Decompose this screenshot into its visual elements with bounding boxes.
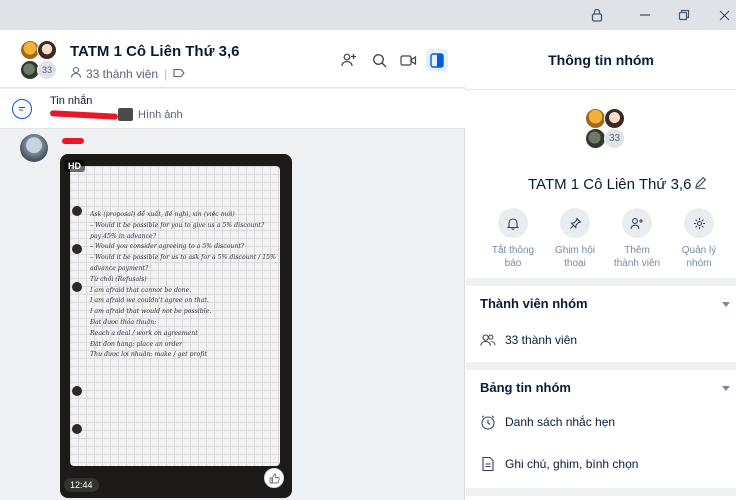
manage-group-button[interactable]: Quản lý nhóm [666, 208, 732, 270]
note-line: I am afraid that cannot be done. [90, 286, 192, 294]
quick-actions: Tắt thông báo Ghim hội thoại Thêm thành … [466, 208, 736, 274]
note-line: Ask (proposal) đề xuất, đề nghị, xin (vi… [90, 211, 235, 218]
note-line: Reach a deal / work on agreement [90, 329, 198, 337]
action-label: thoại [564, 258, 586, 269]
group-name: TATM 1 Cô Liên Thứ 3,6 [528, 176, 692, 193]
tag-icon[interactable] [173, 67, 185, 81]
window-titlebar [0, 0, 736, 30]
note-line: I am afraid that would not be possible. [90, 308, 212, 316]
members-row[interactable]: 33 thành viên [480, 332, 577, 348]
add-member-icon [622, 208, 652, 238]
notes-row[interactable]: Ghi chú, ghim, bình chọn [480, 456, 638, 472]
pinned-attachment-label: Hình ảnh [138, 109, 183, 121]
reminders-row[interactable]: Danh sách nhắc hẹn [480, 414, 615, 430]
reminders-label: Danh sách nhắc hẹn [505, 415, 616, 429]
section-divider [466, 362, 736, 370]
binder-ring [72, 282, 82, 292]
pinned-title: Tin nhắn [50, 95, 93, 107]
group-info-panel: Thông tin nhóm 33 TATM 1 Cô Liên Thứ 3,6… [466, 30, 736, 500]
notebook-page: Ask (proposal) đề xuất, đề nghị, xin (vi… [70, 166, 280, 466]
action-label: Tắt thông [491, 245, 535, 256]
chevron-down-icon[interactable] [722, 386, 730, 391]
chat-title[interactable]: TATM 1 Cô Liên Thứ 3,6 [70, 43, 239, 60]
minimize-icon[interactable] [633, 5, 657, 25]
note-line: pay 45% in advance? [90, 232, 157, 240]
edit-name-icon[interactable] [694, 176, 707, 192]
members-icon [480, 332, 496, 348]
members-section-title[interactable]: Thành viên nhóm [480, 296, 588, 311]
message-time: 12:44 [64, 478, 99, 492]
note-line: Từ chối (Refusals) [90, 275, 147, 283]
chevron-down-icon[interactable] [722, 302, 730, 307]
action-label: Thêm [624, 245, 650, 256]
hd-badge: HD [64, 160, 85, 172]
group-avatar[interactable]: 33 [18, 40, 60, 82]
pin-icon [560, 208, 590, 238]
member-avatar [604, 108, 625, 129]
members-summary[interactable]: 33 thành viên | [70, 66, 185, 81]
redacted-sender [49, 110, 119, 120]
clock-icon [480, 414, 496, 430]
search-icon[interactable] [368, 49, 390, 71]
gear-icon [684, 208, 714, 238]
close-icon[interactable] [712, 5, 736, 25]
add-member-button[interactable]: Thêm thành viên [604, 208, 670, 270]
binder-ring [72, 424, 82, 434]
user-icon [70, 66, 82, 81]
board-section-title[interactable]: Bảng tin nhóm [480, 380, 571, 395]
group-avatar-large[interactable]: 33 [585, 108, 631, 154]
member-avatar [37, 40, 57, 60]
message-icon [12, 99, 32, 119]
members-count: 33 thành viên [505, 333, 578, 347]
note-line: Đặt đơn hàng: place an order [90, 340, 183, 348]
member-avatar [585, 128, 606, 149]
image-thumbnail [118, 108, 133, 121]
like-icon[interactable] [264, 468, 284, 488]
action-label: Quản lý [681, 245, 717, 256]
video-call-icon[interactable] [397, 49, 419, 71]
note-icon [480, 456, 496, 472]
sender-avatar[interactable] [20, 134, 48, 162]
action-label: Ghim hội [554, 245, 595, 256]
image-message[interactable]: Ask (proposal) đề xuất, đề nghị, xin (vi… [60, 154, 292, 498]
note-line: Đạt được thỏa thuận: [90, 318, 157, 326]
chat-header: 33 TATM 1 Cô Liên Thứ 3,6 33 thành viên … [0, 30, 465, 88]
redacted-sender-name [62, 138, 84, 144]
member-avatar [585, 108, 606, 129]
binder-ring [72, 206, 82, 216]
notes-label: Ghi chú, ghim, bình chọn [505, 457, 639, 471]
note-line: – Would it be possible for us to ask for… [90, 254, 276, 262]
lock-icon[interactable] [585, 5, 609, 25]
member-count-badge: 33 [37, 60, 57, 80]
pin-conversation-button[interactable]: Ghim hội thoại [542, 208, 608, 270]
note-line: – Would you consider agreeing to a 5% di… [90, 243, 245, 251]
note-line: I am afraid we couldn't agree on that. [90, 297, 209, 305]
separator: | [164, 66, 168, 81]
binder-ring [72, 386, 82, 396]
restore-icon[interactable] [672, 5, 696, 25]
mute-notifications-button[interactable]: Tắt thông báo [480, 208, 546, 270]
action-label: thành viên [613, 258, 661, 269]
pinned-message-bar[interactable]: Tin nhắn Hình ảnh [0, 89, 465, 129]
info-panel-toggle-icon[interactable] [426, 49, 448, 71]
action-label: báo [504, 258, 522, 269]
add-member-icon[interactable] [338, 49, 360, 71]
chat-panel: 33 TATM 1 Cô Liên Thứ 3,6 33 thành viên … [0, 30, 465, 500]
note-line: Thu được lợi nhuận: make / get profit [90, 351, 207, 359]
info-panel-title: Thông tin nhóm [466, 30, 736, 90]
note-line: – Would it be possible for you to give u… [90, 221, 265, 229]
note-line: advance payment? [90, 264, 149, 272]
members-count-label: 33 thành viên [86, 66, 159, 81]
section-divider [466, 488, 736, 496]
action-label: nhóm [686, 258, 712, 269]
section-divider [466, 278, 736, 286]
member-count-badge: 33 [604, 128, 625, 149]
bell-icon [498, 208, 528, 238]
handwritten-notes: Ask (proposal) đề xuất, đề nghị, xin (vi… [90, 210, 276, 361]
binder-ring [72, 244, 82, 254]
